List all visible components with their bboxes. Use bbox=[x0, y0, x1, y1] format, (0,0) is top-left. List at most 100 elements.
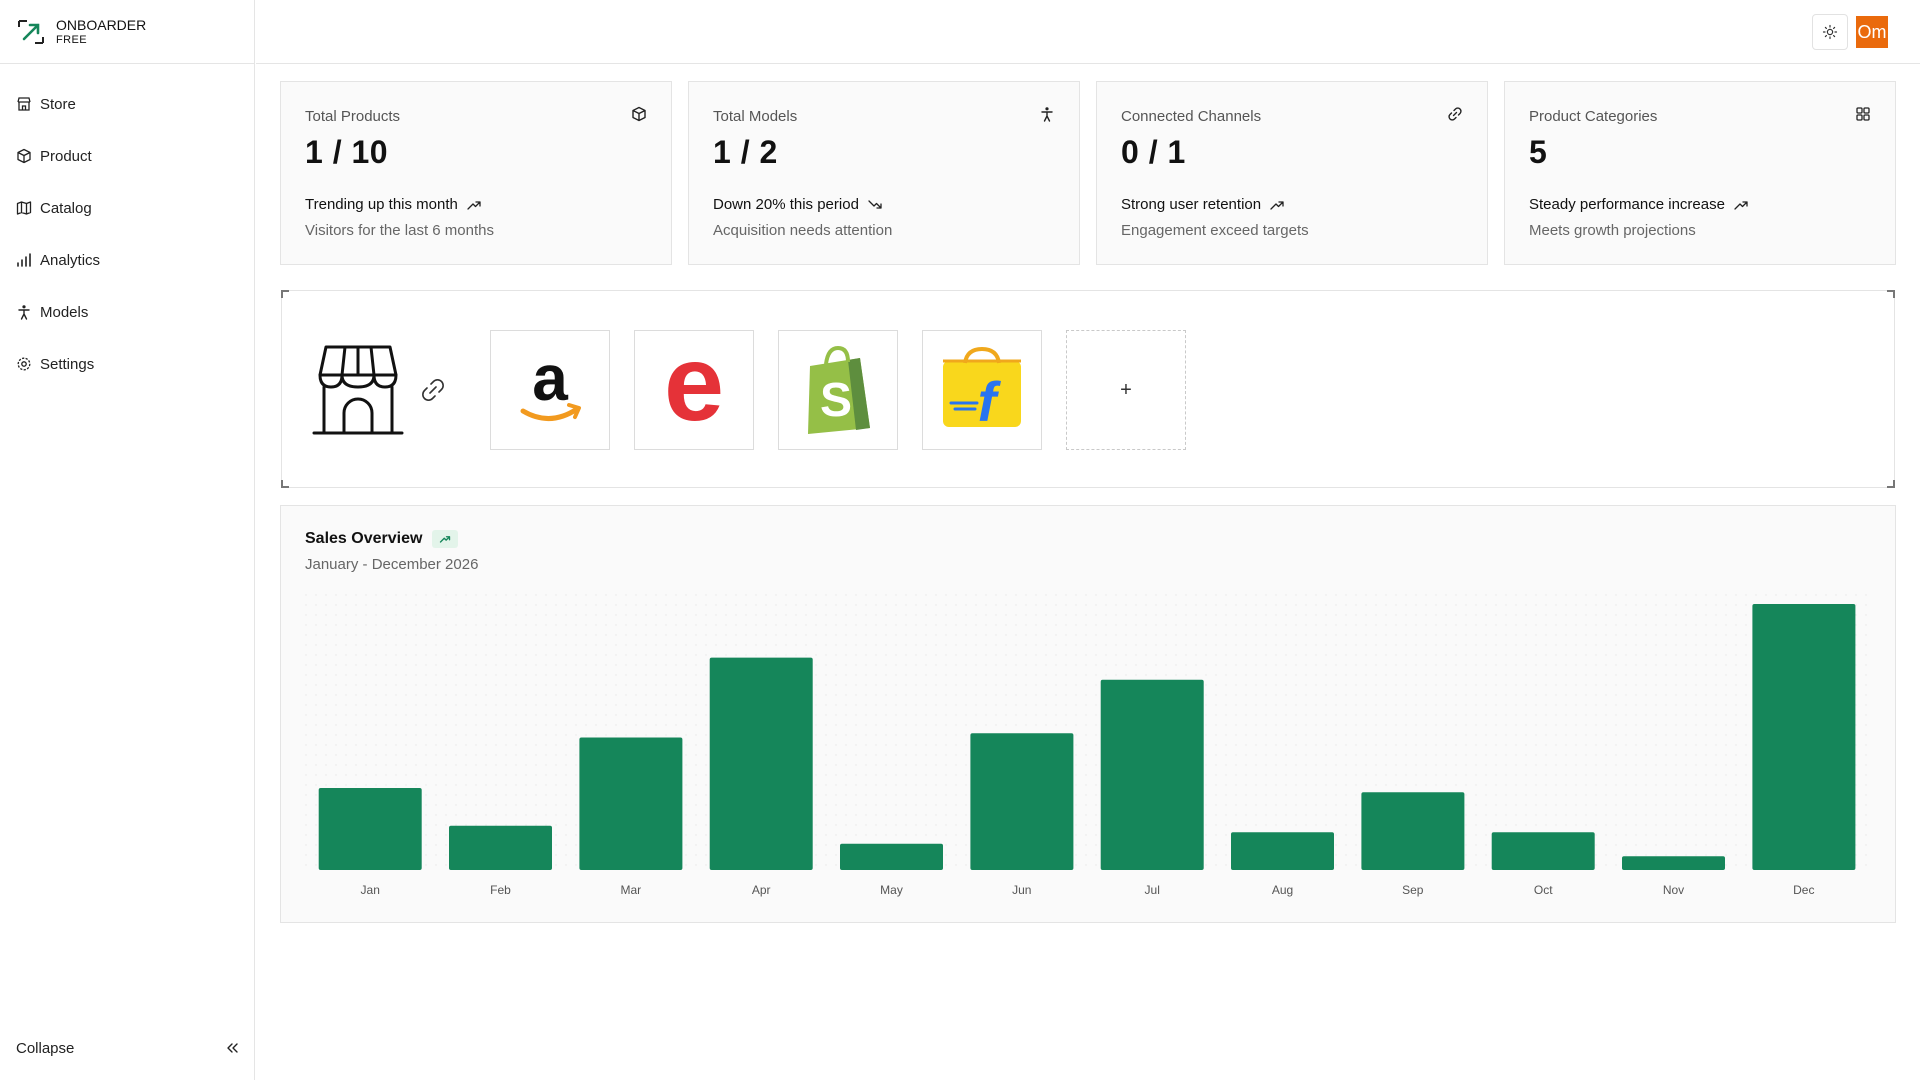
x-tick-label: Jan bbox=[361, 883, 380, 897]
theme-toggle-button[interactable] bbox=[1812, 14, 1848, 50]
x-tick-label: Jun bbox=[1012, 883, 1031, 897]
sidebar-nav: Store Product Catalog Analytics Models S… bbox=[0, 78, 255, 390]
sidebar-item-catalog[interactable]: Catalog bbox=[0, 182, 255, 234]
sales-title: Sales Overview bbox=[305, 530, 423, 547]
chevrons-left-icon bbox=[227, 1043, 238, 1053]
card-subtext: Acquisition needs attention bbox=[713, 222, 893, 239]
channel-tile-shopify[interactable]: S bbox=[778, 330, 898, 450]
chart-bar-jun[interactable] bbox=[970, 733, 1074, 870]
store-icon bbox=[17, 97, 31, 111]
sales-title-row: Sales Overview bbox=[305, 530, 459, 548]
x-tick-label: Sep bbox=[1402, 883, 1424, 897]
trending-up-icon bbox=[1734, 200, 1748, 210]
card-value: 1 / 10 bbox=[305, 134, 389, 170]
card-trend-text: Down 20% this period bbox=[713, 196, 859, 213]
card-value: 0 / 1 bbox=[1121, 134, 1186, 170]
app-root: ONBOARDER FREE Store Product Catalog Ana… bbox=[0, 0, 1920, 1080]
card-trend: Down 20% this period bbox=[713, 196, 883, 213]
brand-text: ONBOARDER FREE bbox=[56, 17, 146, 47]
chart-bar-jan[interactable] bbox=[318, 788, 422, 870]
add-channel-button[interactable]: + bbox=[1066, 330, 1186, 450]
channel-tile-ebay[interactable]: e bbox=[634, 330, 754, 450]
card-value: 1 / 2 bbox=[713, 134, 778, 170]
link-icon bbox=[1448, 107, 1462, 121]
x-tick-label: Jul bbox=[1145, 883, 1160, 897]
collapse-label: Collapse bbox=[16, 1039, 75, 1057]
x-tick-label: Apr bbox=[752, 883, 771, 897]
chart-bar-apr[interactable] bbox=[709, 657, 813, 870]
card-value: 5 bbox=[1529, 134, 1548, 170]
channel-tile-flipkart[interactable]: f bbox=[922, 330, 1042, 450]
ebay-logo: e bbox=[664, 340, 724, 440]
trending-up-icon bbox=[467, 200, 481, 210]
sidebar: ONBOARDER FREE Store Product Catalog Ana… bbox=[0, 0, 255, 1080]
stat-card-connected-channels: Connected Channels 0 / 1 Strong user ret… bbox=[1096, 81, 1488, 265]
corner-mark bbox=[281, 290, 289, 298]
sidebar-item-settings[interactable]: Settings bbox=[0, 338, 255, 390]
storefront-icon bbox=[312, 345, 404, 435]
bar-chart-icon bbox=[17, 253, 31, 267]
card-title: Total Models bbox=[713, 108, 798, 125]
sidebar-item-label: Models bbox=[40, 303, 89, 321]
onboarder-logo-icon bbox=[18, 19, 44, 44]
chart-bar-jul[interactable] bbox=[1100, 679, 1204, 870]
corner-mark bbox=[281, 480, 289, 488]
sidebar-item-analytics[interactable]: Analytics bbox=[0, 234, 255, 286]
x-tick-label: May bbox=[880, 883, 903, 897]
svg-text:S: S bbox=[820, 374, 852, 427]
brand-name: ONBOARDER bbox=[56, 16, 147, 33]
x-tick-label: Aug bbox=[1272, 883, 1293, 897]
stat-card-product-categories: Product Categories 5 Steady performance … bbox=[1504, 81, 1896, 265]
corner-mark bbox=[1887, 290, 1895, 298]
card-title: Total Products bbox=[305, 108, 401, 125]
sales-subtitle: January - December 2026 bbox=[305, 556, 479, 573]
collapse-button[interactable]: Collapse bbox=[0, 1016, 255, 1080]
sales-overview-panel: Sales Overview January - December 2026 J… bbox=[280, 505, 1896, 923]
card-subtext: Engagement exceed targets bbox=[1121, 222, 1309, 239]
flipkart-logo: f bbox=[943, 346, 1021, 433]
card-trend: Trending up this month bbox=[305, 196, 482, 213]
svg-text:e: e bbox=[664, 340, 724, 440]
trending-up-icon bbox=[1270, 200, 1284, 210]
sidebar-item-models[interactable]: Models bbox=[0, 286, 255, 338]
chart-bar-aug[interactable] bbox=[1231, 832, 1334, 870]
chart-bar-sep[interactable] bbox=[1361, 792, 1465, 870]
sun-icon bbox=[1822, 24, 1838, 40]
card-trend-text: Trending up this month bbox=[305, 196, 458, 213]
sidebar-item-store[interactable]: Store bbox=[0, 78, 255, 130]
stat-card-total-products: Total Products 1 / 10 Trending up this m… bbox=[280, 81, 672, 265]
person-icon bbox=[18, 305, 30, 320]
chart-bar-feb[interactable] bbox=[449, 825, 552, 870]
sales-bar-chart: Jan Feb Mar Apr May Jun Jul Aug Sep Oct Nov Dec bbox=[305, 594, 1869, 897]
chart-bar-may[interactable] bbox=[840, 843, 943, 870]
card-trend-text: Steady performance increase bbox=[1529, 196, 1725, 213]
channel-tile-amazon[interactable]: a bbox=[490, 330, 610, 450]
grid-icon bbox=[1856, 107, 1870, 121]
card-title: Connected Channels bbox=[1121, 108, 1262, 125]
chart-bar-mar[interactable] bbox=[579, 737, 683, 871]
card-trend-text: Strong user retention bbox=[1121, 196, 1262, 213]
sidebar-item-label: Product bbox=[40, 147, 92, 165]
card-subtext: Meets growth projections bbox=[1529, 222, 1696, 239]
trending-down-icon bbox=[868, 199, 882, 209]
sidebar-item-label: Catalog bbox=[40, 199, 92, 217]
sidebar-item-label: Store bbox=[40, 95, 76, 113]
chart-bar-oct[interactable] bbox=[1491, 832, 1595, 870]
sidebar-item-product[interactable]: Product bbox=[0, 130, 255, 182]
corner-mark bbox=[1887, 480, 1895, 488]
link-icon bbox=[422, 379, 444, 401]
card-trend: Steady performance increase bbox=[1529, 196, 1749, 213]
brand[interactable]: ONBOARDER FREE bbox=[0, 0, 255, 64]
stat-card-total-models: Total Models 1 / 2 Down 20% this period … bbox=[688, 81, 1080, 265]
trending-up-icon bbox=[440, 536, 451, 543]
sidebar-item-label: Settings bbox=[40, 355, 95, 373]
gear-icon bbox=[17, 357, 31, 371]
sidebar-item-label: Analytics bbox=[40, 251, 101, 269]
avatar[interactable]: Om bbox=[1856, 16, 1888, 48]
box-icon bbox=[632, 106, 646, 122]
chart-bar-nov[interactable] bbox=[1622, 856, 1725, 870]
channels-panel: a e S f + bbox=[281, 290, 1895, 488]
map-icon bbox=[16, 201, 32, 215]
chart-bar-dec[interactable] bbox=[1752, 604, 1856, 870]
brand-plan: FREE bbox=[56, 33, 87, 46]
